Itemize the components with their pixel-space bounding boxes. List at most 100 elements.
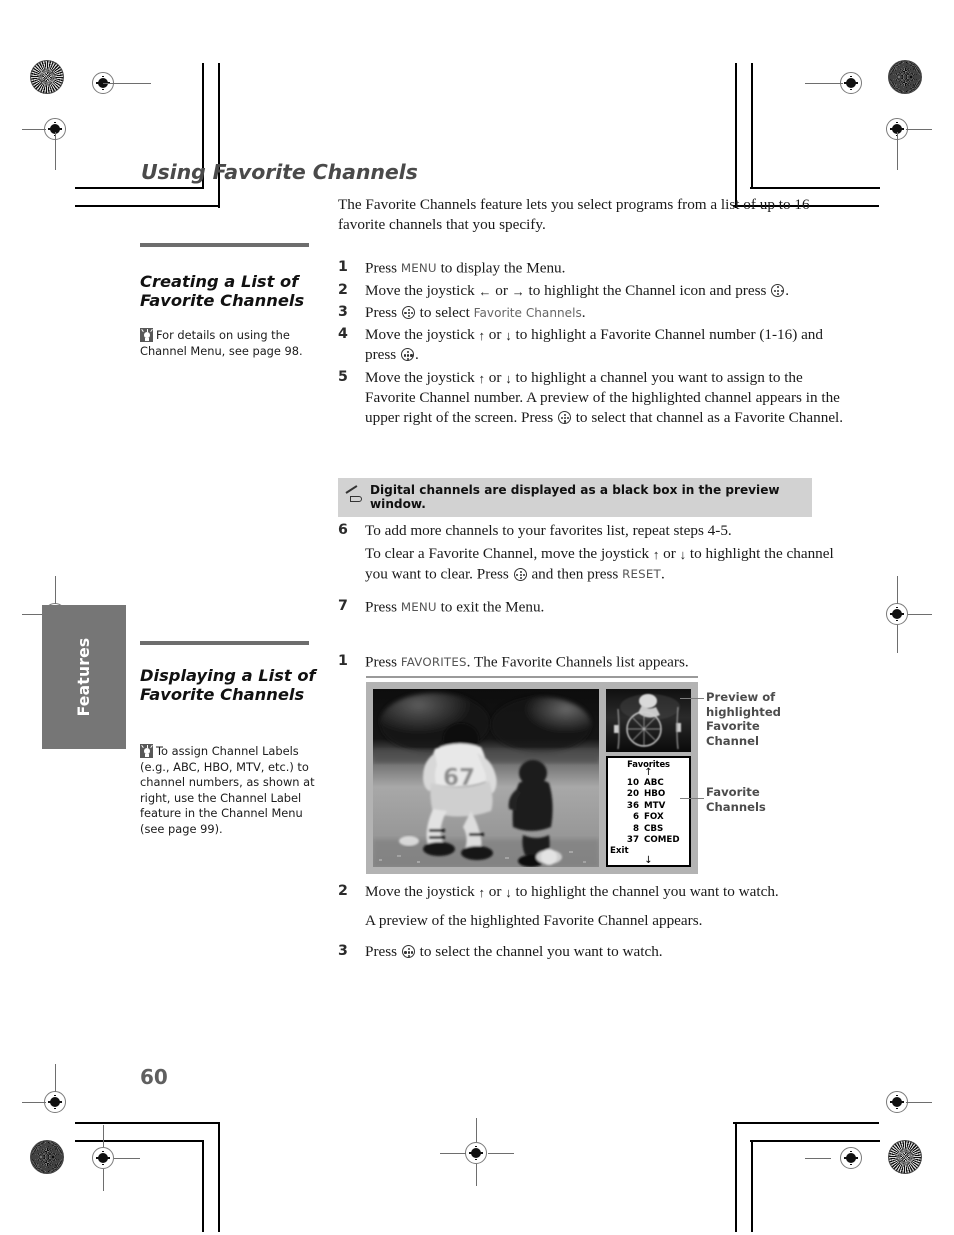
favorite-row[interactable]: 37 COMED <box>608 835 689 846</box>
step-text: or <box>484 326 506 344</box>
step-text: and then press <box>527 565 623 583</box>
callout-favorite-channels-label: Favorite Channels <box>706 785 766 814</box>
football-player-photo-svg: 67 <box>373 689 599 867</box>
pencil-note-icon <box>345 484 363 503</box>
scroll-down-arrow-icon[interactable]: ↓ <box>608 856 689 866</box>
favorites-osd-panel: Favorites ↑ 10 ABC 20 HBO 36 MTV 6 FOX 8… <box>606 756 691 867</box>
step-body: Press FAVORITES. The Favorite Channels l… <box>365 652 845 673</box>
section-rule-1 <box>140 243 309 247</box>
preview-thumbnail-svg <box>606 689 691 752</box>
channel-number: 37 <box>626 834 639 845</box>
page-title: Using Favorite Channels <box>141 159 418 184</box>
step-text: Press <box>365 943 401 961</box>
lightbulb-icon <box>140 328 153 342</box>
channel-label: ABC <box>644 778 664 788</box>
favorite-row[interactable]: 8 CBS <box>608 824 689 835</box>
step-number: 2 <box>338 883 348 899</box>
channel-number: 36 <box>626 800 639 811</box>
key-favorites: FAVORITES <box>400 655 467 669</box>
joystick-select-icon <box>513 567 527 581</box>
step-text: . <box>415 346 419 364</box>
step-number: 2 <box>338 281 348 298</box>
favorite-row-selected[interactable]: 6 FOX <box>608 812 689 824</box>
step-body: Press MENU to exit the Menu. <box>365 597 845 618</box>
step-text: to display the Menu. <box>436 259 566 277</box>
step-text: to select <box>415 303 474 321</box>
figure-top-rule <box>366 676 698 678</box>
step-6: 6 To add more channels to your favorites… <box>338 521 845 585</box>
step-body: Press MENU to display the Menu. <box>365 258 845 279</box>
intro-paragraph: The Favorite Channels feature lets you s… <box>338 196 810 234</box>
step-body: Move the joystick ↑ or ↓ to highlight a … <box>365 368 845 429</box>
step-body: Move the joystick ↑ or ↓ to highlight th… <box>365 882 845 931</box>
step-body: Move the joystick ↑ or ↓ to highlight a … <box>365 325 845 365</box>
tip-channel-labels: To assign Channel Labels (e.g., ABC, HBO… <box>140 744 318 838</box>
channel-label: COMED <box>644 834 680 845</box>
tip-channel-menu: For details on using the Channel Menu, s… <box>140 328 318 359</box>
step-number: 7 <box>338 598 348 615</box>
note-digital-channels: Digital channels are displayed as a blac… <box>338 478 812 517</box>
step-3: 3 Press to select Favorite Channels. <box>338 303 845 323</box>
step-4: 4 Move the joystick ↑ or ↓ to highlight … <box>338 325 845 365</box>
channel-number: 8 <box>632 823 639 834</box>
channel-number: 6 <box>632 812 639 823</box>
step-1: 1 Press MENU to display the Menu. <box>338 258 845 279</box>
joystick-select-icon <box>401 945 415 959</box>
step-text: or <box>659 545 680 563</box>
joystick-select-icon <box>401 305 415 319</box>
step-text: Move the joystick <box>365 326 479 344</box>
steps-displaying-list-cont: 2 Move the joystick ↑ or ↓ to highlight … <box>338 882 845 965</box>
step-5: 5 Move the joystick ↑ or ↓ to highlight … <box>338 368 845 429</box>
step-d2: 2 Move the joystick ↑ or ↓ to highlight … <box>338 882 845 931</box>
channel-label: FOX <box>644 812 664 823</box>
step-number: 3 <box>338 943 348 960</box>
step-number: 1 <box>338 259 348 275</box>
step-text: . The Favorite Channels list appears. <box>466 653 689 671</box>
step-text: . <box>660 565 665 583</box>
lightbulb-icon <box>140 744 153 758</box>
page-number: 60 <box>140 1065 168 1089</box>
step-text: To clear a Favorite Channel, move the jo… <box>365 545 653 563</box>
step-body: Move the joystick ← or → to highlight th… <box>365 281 845 301</box>
tip-text: To assign Channel Labels (e.g., ABC, HBO… <box>140 744 315 836</box>
joystick-select-icon <box>771 283 785 297</box>
section-rule-2 <box>140 641 309 645</box>
steps-creating-list-cont: 6 To add more channels to your favorites… <box>338 521 845 620</box>
arrow-right-icon: → <box>511 283 525 299</box>
step-text: to exit the Menu. <box>436 598 545 616</box>
step-text: Press <box>365 303 401 321</box>
section-heading-creating-list: Creating a List of Favorite Channels <box>140 271 305 311</box>
favorite-row[interactable]: 20 HBO <box>608 789 689 800</box>
step-text: or <box>484 883 506 900</box>
key-menu: MENU <box>400 600 437 615</box>
tv-main-photo: 67 <box>373 689 599 867</box>
step-d3: 3 Press to select the channel you want t… <box>338 942 845 962</box>
step-text: . <box>785 281 790 299</box>
favorite-row[interactable]: 36 MTV <box>608 801 689 812</box>
note-text: Digital channels are displayed as a blac… <box>370 483 780 511</box>
channel-label: MTV <box>644 800 666 811</box>
callout-leader-preview <box>680 698 704 700</box>
step-line-2: A preview of the highlighted Favorite Ch… <box>365 912 703 930</box>
tip-text: For details on using the Channel Menu, s… <box>140 328 303 358</box>
step-d1: 1 Press FAVORITES. The Favorite Channels… <box>338 652 845 673</box>
step-number: 3 <box>338 303 348 320</box>
step-7: 7 Press MENU to exit the Menu. <box>338 597 845 618</box>
channel-number: 10 <box>626 778 639 788</box>
step-body: Press to select the channel you want to … <box>365 942 845 962</box>
step-number: 1 <box>338 653 348 669</box>
step-text: Press <box>365 259 401 277</box>
joystick-select-icon <box>557 410 571 424</box>
step-number: 5 <box>338 368 348 385</box>
step-number: 6 <box>338 522 348 538</box>
scroll-up-arrow-icon[interactable]: ↑ <box>608 768 689 778</box>
callout-preview-label: Preview of highlighted Favorite Channel <box>706 690 781 748</box>
step-text: Press <box>365 653 401 671</box>
step-text: Move the joystick <box>365 281 479 299</box>
joystick-select-icon <box>401 348 415 362</box>
chapter-tab-label: Features <box>75 637 93 717</box>
channel-number: 20 <box>626 789 639 800</box>
favorite-row[interactable]: 10 ABC <box>608 778 689 789</box>
tv-screen-figure: 67 Favorites ↑ 10 ABC 20 HBO 36 MTV 6 FO… <box>366 682 698 874</box>
chapter-tab-features: Features <box>42 605 126 749</box>
